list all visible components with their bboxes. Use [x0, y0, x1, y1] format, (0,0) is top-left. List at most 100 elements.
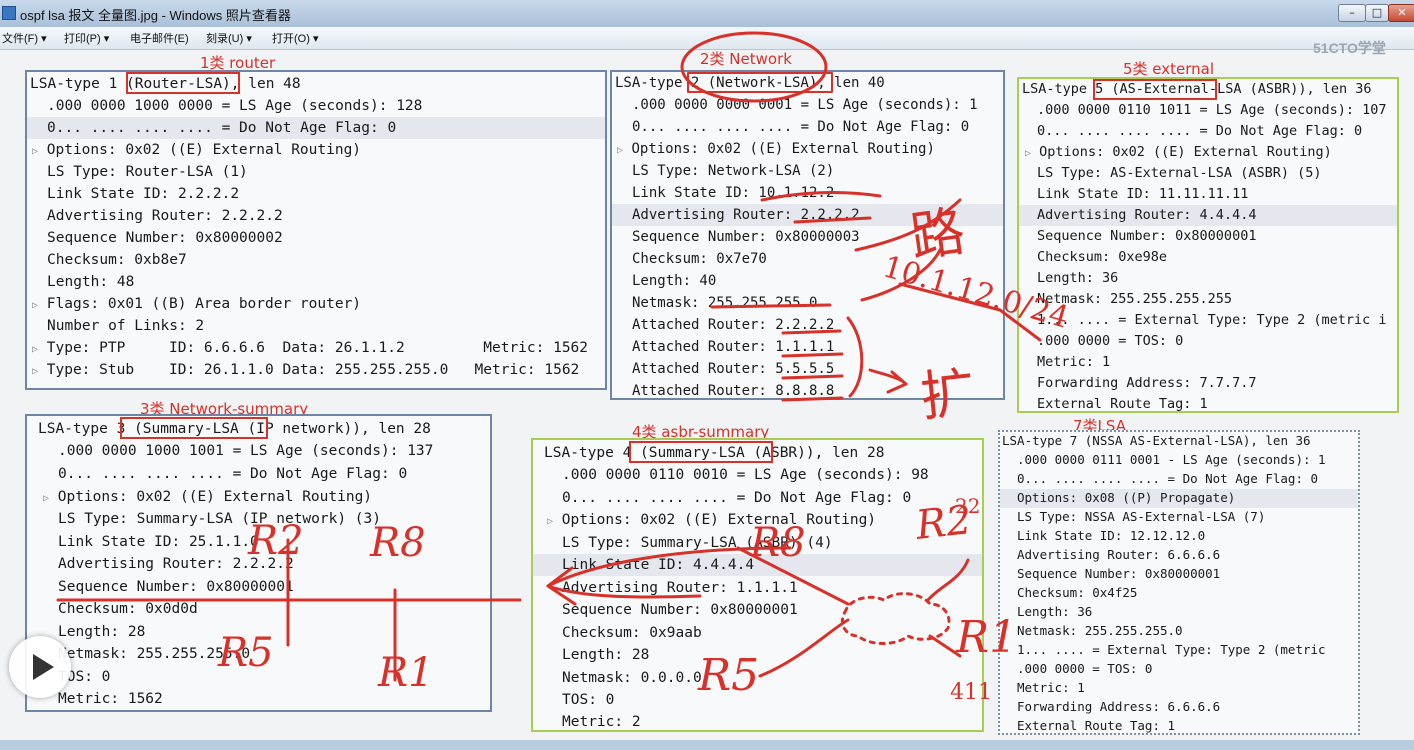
lsa-line: Sequence Number: 0x80000001 — [58, 579, 294, 595]
lsa-line: Advertising Router: 6.6.6.6 — [1017, 547, 1221, 562]
lsa-line: Checksum: 0x7e70 — [632, 251, 767, 267]
expand-arrow-icon[interactable]: ▷ — [32, 300, 38, 311]
expand-arrow-icon[interactable]: ▷ — [32, 366, 38, 377]
expand-arrow-icon[interactable]: ▷ — [1025, 148, 1031, 159]
lsa-line: Checksum: 0x4f25 — [1017, 585, 1138, 600]
lsa-line: Metric: 1562 — [58, 691, 163, 707]
lsa-line: ▷ Type: PTP ID: 6.6.6.6 Data: 26.1.1.2 M… — [32, 337, 588, 361]
lsa-line: .000 0000 1000 1001 = LS Age (seconds): … — [58, 443, 434, 459]
ink-r1-summary: R1 — [378, 650, 434, 696]
lsa-line: Length: 36 — [1037, 270, 1119, 286]
lsa-line: Sequence Number: 0x80000001 — [562, 602, 798, 618]
expand-arrow-icon[interactable]: ▷ — [617, 145, 623, 156]
lsa-line: 0... .... .... .... = Do Not Age Flag: 0 — [1017, 471, 1319, 486]
lsa-line: Options: 0x08 ((P) Propagate) — [1000, 489, 1358, 508]
lsa-line: Advertising Router: 4.4.4.4 — [1019, 205, 1397, 226]
lsa-line-text: Flags: 0x01 ((B) Area border router) — [46, 296, 362, 312]
lsa-line: Metric: 1 — [1017, 680, 1085, 695]
lsa-line: .000 0000 0000 0001 = LS Age (seconds): … — [632, 97, 978, 113]
ink-r2-summary: R2 — [248, 518, 304, 564]
lsa-line: Metric: 2 — [562, 714, 641, 730]
lsa-line: Attached Router: 5.5.5.5 — [632, 361, 835, 377]
external-lsa-panel: LSA-type 5 (AS-External-LSA (ASBR)), len… — [1017, 77, 1399, 413]
lsa-line: Checksum: 0x9aab — [562, 625, 702, 641]
lsa-line: Sequence Number: 0x80000002 — [47, 230, 283, 246]
minimize-button[interactable]: – — [1338, 4, 1366, 22]
nssa-lsa-panel: LSA-type 7 (NSSA AS-External-LSA), len 3… — [998, 430, 1360, 735]
caption-network: 2类 Network — [700, 50, 792, 68]
lsa-line: Attached Router: 8.8.8.8 — [632, 383, 835, 399]
expand-arrow-icon[interactable]: ▷ — [43, 493, 49, 504]
lsa-line: Link State ID: 25.1.1.0 — [58, 534, 259, 550]
lsa-line: LS Type: Summary-LSA (IP network) (3) — [58, 511, 382, 527]
lsa-line: Checksum: 0xb8e7 — [47, 252, 187, 268]
lsa-line: .000 0000 1000 0000 = LS Age (seconds): … — [47, 98, 423, 114]
lsa-line-text: Options: 0x02 ((E) External Routing) — [1039, 144, 1332, 160]
lsa-line: ▷ Flags: 0x01 ((B) Area border router) — [32, 293, 361, 317]
menu-file[interactable]: 文件(F) ▾ — [2, 30, 47, 46]
lsa-line: Netmask: 0.0.0.0 — [562, 670, 702, 686]
lsa-line: LSA-type 2 (Network-LSA), len 40 — [615, 75, 885, 91]
lsa-line-text: Type: PTP ID: 6.6.6.6 Data: 26.1.1.2 Met… — [46, 340, 589, 356]
lsa-line: 0... .... .... .... = Do Not Age Flag: 0 — [27, 117, 605, 139]
lsa-line: TOS: 0 — [562, 692, 615, 708]
maximize-button[interactable]: □ — [1365, 4, 1389, 22]
lsa-line: Link State ID: 11.11.11.11 — [1037, 186, 1249, 202]
menu-burn[interactable]: 刻录(U) ▾ — [206, 30, 252, 46]
lsa-line: Length: 28 — [58, 624, 146, 640]
lsa-line: Checksum: 0x0d0d — [58, 601, 198, 617]
lsa-line: External Route Tag: 1 — [1017, 718, 1176, 733]
lsa-line: .000 0000 0110 1011 = LS Age (seconds): … — [1037, 102, 1387, 118]
external-lsa-highlight — [1093, 79, 1217, 100]
window-titlebar: ospf lsa 报文 全量图.jpg - Windows 照片查看器 – □ … — [0, 0, 1414, 28]
lsa-line: 0... .... .... .... = Do Not Age Flag: 0 — [58, 466, 408, 482]
lsa-line: Advertising Router: 2.2.2.2 — [47, 208, 283, 224]
photo-viewer-icon — [2, 6, 16, 20]
ink-r8-asbr: R8 — [750, 520, 806, 566]
lsa-line: .000 0000 = TOS: 0 — [1017, 661, 1153, 676]
ink-r1-asbr: R1 — [956, 612, 1018, 663]
lsa-line: ▷ Options: 0x02 ((E) External Routing) — [547, 509, 876, 533]
expand-arrow-icon[interactable]: ▷ — [32, 344, 38, 355]
asbr-lsa-highlight — [629, 441, 773, 463]
lsa-line: Checksum: 0xe98e — [1037, 249, 1168, 265]
lsa-line: Metric: 1 — [1037, 354, 1111, 370]
brand-watermark: 51CTO学堂 — [1313, 40, 1386, 56]
lsa-line: .000 0000 0110 0010 = LS Age (seconds): … — [562, 467, 929, 483]
expand-arrow-icon[interactable]: ▷ — [547, 516, 553, 527]
lsa-line: Forwarding Address: 6.6.6.6 — [1017, 699, 1221, 714]
router-lsa-highlight — [126, 72, 240, 94]
lsa-line: ▷ Options: 0x02 ((E) External Routing) — [43, 486, 372, 510]
lsa-line: Number of Links: 2 — [47, 318, 205, 334]
menu-open[interactable]: 打开(O) ▾ — [272, 30, 318, 46]
lsa-line: Length: 48 — [47, 274, 135, 290]
close-button[interactable]: ✕ — [1388, 4, 1414, 22]
play-button[interactable] — [9, 636, 71, 698]
lsa-line: Netmask: 255.255.255.0 — [1017, 623, 1183, 638]
lsa-line: LS Type: NSSA AS-External-LSA (7) — [1017, 509, 1266, 524]
expand-arrow-icon[interactable]: ▷ — [32, 146, 38, 157]
lsa-line-text: Options: 0x02 ((E) External Routing) — [57, 489, 373, 505]
lsa-line: LS Type: AS-External-LSA (ASBR) (5) — [1037, 165, 1322, 181]
lsa-line: 0... .... .... .... = Do Not Age Flag: 0 — [632, 119, 970, 135]
menu-bar: 文件(F) ▾ 打印(P) ▾ 电子邮件(E) 刻录(U) ▾ 打开(O) ▾ — [0, 27, 1414, 50]
caption-external: 5类 external — [1123, 60, 1215, 78]
lsa-line: LS Type: Network-LSA (2) — [632, 163, 835, 179]
ink-411: 411 — [950, 680, 992, 705]
lsa-line: LSA-type 7 (NSSA AS-External-LSA), len 3… — [1002, 433, 1311, 448]
lsa-line: Attached Router: 2.2.2.2 — [632, 317, 835, 333]
menu-print[interactable]: 打印(P) ▾ — [64, 30, 109, 46]
lsa-line: 0... .... .... .... = Do Not Age Flag: 0 — [562, 490, 912, 506]
lsa-line: 0... .... .... .... = Do Not Age Flag: 0 — [1037, 123, 1363, 139]
lsa-line: Link State ID: 2.2.2.2 — [47, 186, 240, 202]
lsa-line: Length: 28 — [562, 647, 650, 663]
ink-r5-summary: R5 — [218, 630, 274, 676]
window-title: ospf lsa 报文 全量图.jpg - Windows 照片查看器 — [20, 8, 291, 23]
lsa-line: Advertising Router: 1.1.1.1 — [562, 580, 798, 596]
lsa-line: LS Type: Router-LSA (1) — [47, 164, 248, 180]
lsa-line: External Route Tag: 1 — [1037, 396, 1208, 412]
lsa-line: Length: 36 — [1017, 604, 1093, 619]
lsa-line: Link State ID: 12.12.12.0 — [1017, 528, 1206, 543]
menu-email[interactable]: 电子邮件(E) — [130, 30, 189, 46]
lsa-line: Forwarding Address: 7.7.7.7 — [1037, 375, 1257, 391]
